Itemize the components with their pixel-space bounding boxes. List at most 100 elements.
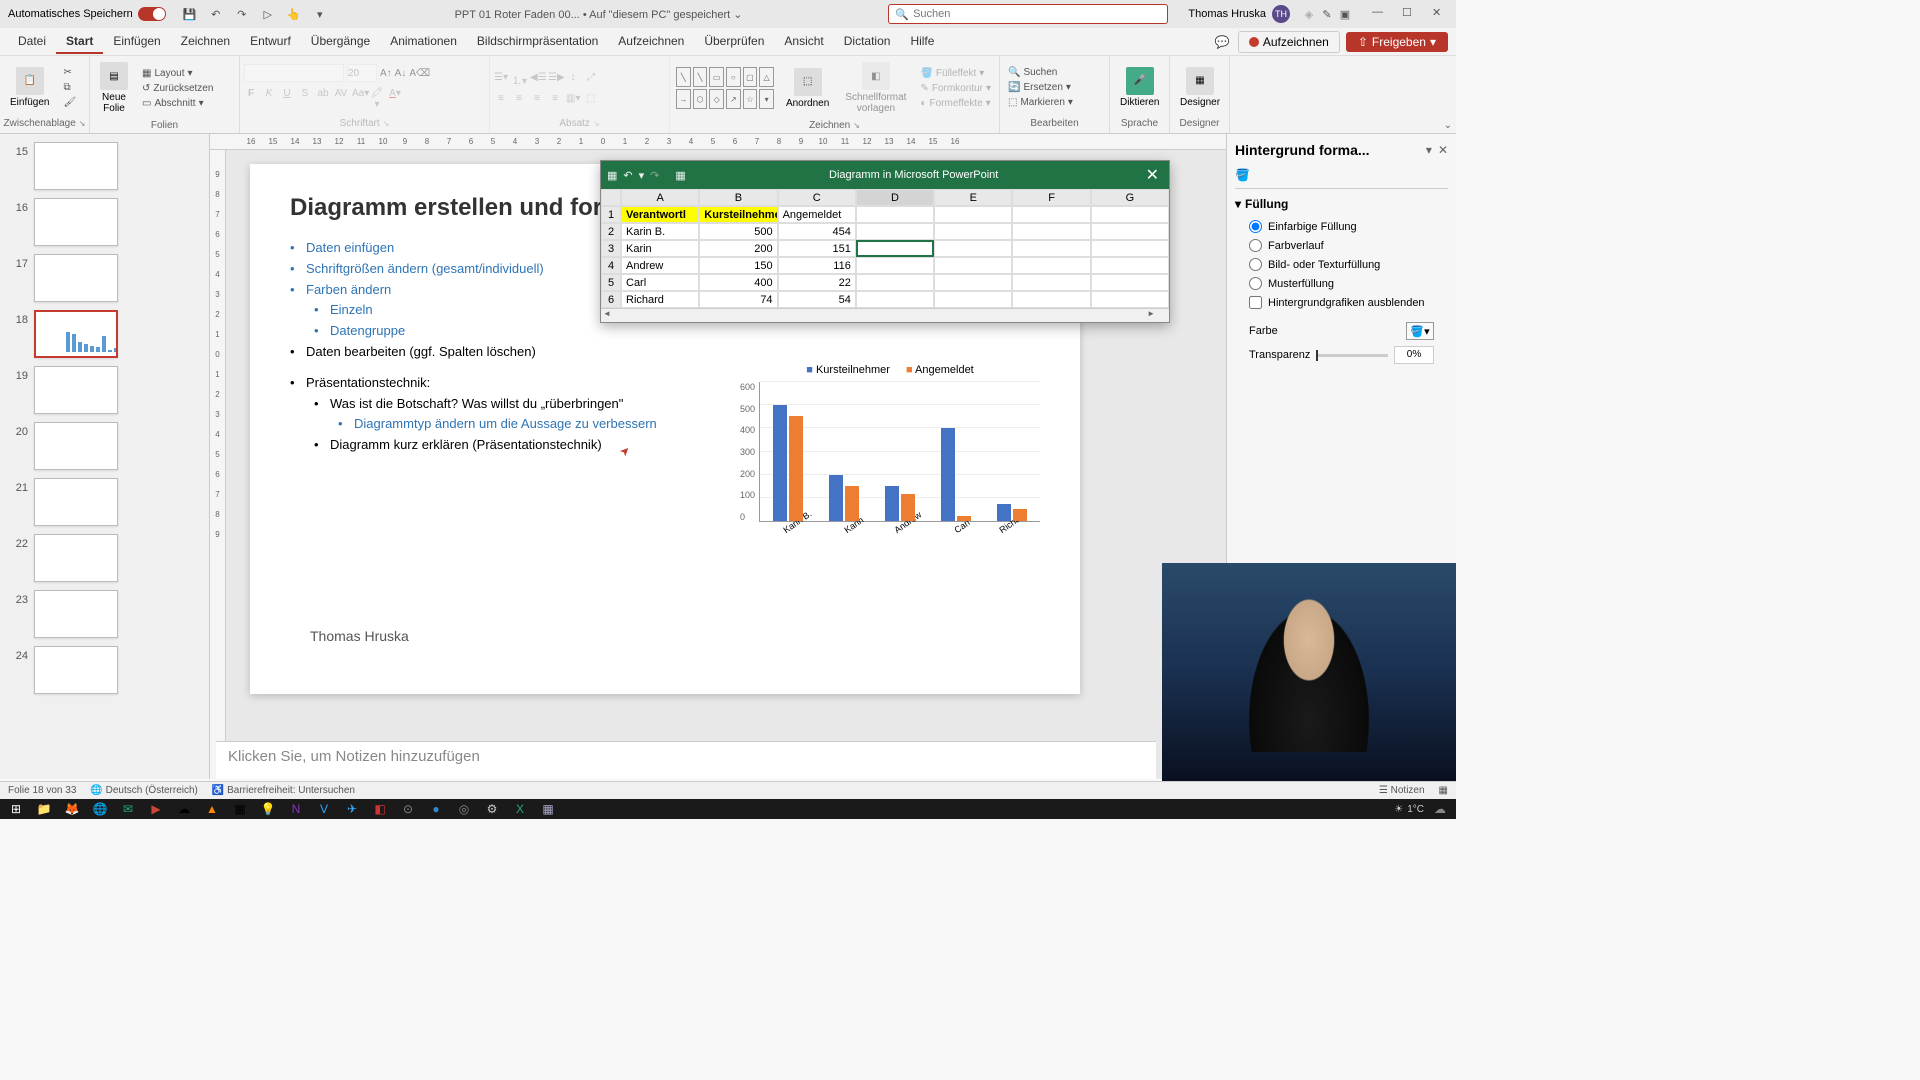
excel-icon[interactable]: X: [508, 800, 532, 818]
grid-cell[interactable]: 454: [778, 223, 856, 240]
accessibility-checker[interactable]: ♿ Barrierefreiheit: Untersuchen: [212, 785, 355, 796]
chart-data-editor[interactable]: ▦ ↶ ▾ ↷ ▦ Diagramm in Microsoft PowerPoi…: [600, 160, 1170, 323]
ribbon-tab-datei[interactable]: Datei: [8, 30, 56, 54]
grid-cell[interactable]: [1091, 206, 1169, 223]
grid-cell[interactable]: Kursteilnehme: [699, 206, 777, 223]
shapes-gallery[interactable]: ╲╲▭○▢△ →⬡◇↗☆▾: [674, 65, 776, 111]
data-grid[interactable]: ABCDEFG1VerantwortlKursteilnehmeAngemeld…: [601, 189, 1169, 308]
grid-cell[interactable]: [934, 291, 1012, 308]
powerpoint-icon[interactable]: ▶: [144, 800, 168, 818]
undo-icon[interactable]: ↶: [623, 169, 632, 182]
grid-cell[interactable]: Andrew: [621, 257, 699, 274]
highlight-button[interactable]: 🖍▾: [370, 88, 384, 110]
from-beginning-icon[interactable]: ▷: [259, 5, 277, 23]
outlook-icon[interactable]: ✉: [116, 800, 140, 818]
grid-cell[interactable]: [1091, 223, 1169, 240]
grid-cell[interactable]: [856, 223, 934, 240]
row-header[interactable]: 3: [601, 240, 621, 257]
weather-widget[interactable]: ☀ 1°C: [1394, 804, 1424, 815]
font-size-input[interactable]: [347, 64, 377, 82]
horizontal-scrollbar[interactable]: [601, 308, 1169, 322]
transparency-slider[interactable]: [1316, 354, 1388, 357]
clear-format-icon[interactable]: A⌫: [409, 68, 430, 79]
grid-cell[interactable]: [934, 274, 1012, 291]
paste-button[interactable]: 📋 Einfügen: [4, 63, 55, 112]
dialog-launcher-icon[interactable]: ↘: [853, 121, 860, 130]
file-explorer-icon[interactable]: 📁: [32, 800, 56, 818]
column-header[interactable]: A: [621, 189, 699, 206]
replace-button[interactable]: 🔄 Ersetzen ▾: [1004, 81, 1077, 94]
app-icon[interactable]: ◎: [452, 800, 476, 818]
minimize-icon[interactable]: —: [1372, 6, 1388, 22]
case-button[interactable]: Aa▾: [352, 88, 366, 110]
windows-taskbar[interactable]: ⊞ 📁 🦊 🌐 ✉ ▶ ☁ ▲ ▦ 💡 N V ✈ ◧ ⊙ ● ◎ ⚙ X ▦ …: [0, 799, 1456, 819]
grid-cell[interactable]: Verantwortl: [621, 206, 699, 223]
decrease-indent-button[interactable]: ◀☰: [530, 72, 544, 87]
row-header[interactable]: 5: [601, 274, 621, 291]
grid-cell[interactable]: [934, 240, 1012, 257]
qat-dropdown-icon[interactable]: ▾: [639, 169, 645, 182]
text-direction-button[interactable]: ⤢: [584, 72, 598, 87]
grid-cell[interactable]: 54: [778, 291, 856, 308]
slide-thumbnail[interactable]: 20: [0, 418, 209, 474]
slide-thumbnail[interactable]: 21: [0, 474, 209, 530]
slide-thumbnail[interactable]: 17: [0, 250, 209, 306]
ribbon-tab-dictation[interactable]: Dictation: [834, 30, 901, 54]
close-icon[interactable]: ✕: [1142, 165, 1163, 185]
save-icon[interactable]: ▦: [607, 169, 617, 182]
chart[interactable]: Kursteilnehmer Angemeldet 01002003004005…: [740, 364, 1040, 584]
bullets-button[interactable]: ☰▾: [494, 72, 508, 87]
app-icon[interactable]: ☁: [172, 800, 196, 818]
format-painter-button[interactable]: 🖌: [59, 96, 80, 109]
layout-button[interactable]: ▦ Layout ▾: [138, 67, 217, 80]
autosave-toggle[interactable]: Automatisches Speichern: [8, 7, 166, 21]
grid-cell[interactable]: [856, 206, 934, 223]
cut-button[interactable]: ✂: [59, 66, 80, 79]
increase-indent-button[interactable]: ☰▶: [548, 72, 562, 87]
row-header[interactable]: 1: [601, 206, 621, 223]
dialog-launcher-icon[interactable]: ↘: [383, 119, 390, 128]
fill-section[interactable]: ▾ Füllung: [1235, 197, 1448, 211]
grid-cell[interactable]: 150: [699, 257, 777, 274]
chrome-icon[interactable]: 🌐: [88, 800, 112, 818]
ribbon-tab-animationen[interactable]: Animationen: [380, 30, 467, 54]
grid-cell[interactable]: [1012, 291, 1090, 308]
record-button[interactable]: Aufzeichnen: [1238, 31, 1340, 53]
list-item[interactable]: Datengruppe: [314, 321, 1040, 342]
app-icon[interactable]: ◧: [368, 800, 392, 818]
dropdown-icon[interactable]: ▾: [1426, 143, 1432, 157]
font-color-button[interactable]: A▾: [388, 88, 402, 110]
row-header[interactable]: 2: [601, 223, 621, 240]
smartart-button[interactable]: ⬚: [584, 93, 598, 104]
telegram-icon[interactable]: ✈: [340, 800, 364, 818]
user-account[interactable]: Thomas Hruska TH: [1188, 5, 1290, 23]
vlc-icon[interactable]: ▲: [200, 800, 224, 818]
slide-thumbnail[interactable]: 15: [0, 138, 209, 194]
color-picker-button[interactable]: 🪣▾: [1406, 322, 1434, 340]
start-button[interactable]: ⊞: [4, 800, 28, 818]
grid-cell[interactable]: 200: [699, 240, 777, 257]
reset-button[interactable]: ↺ Zurücksetzen: [138, 82, 217, 95]
fill-option-radio[interactable]: Musterfüllung: [1235, 274, 1448, 293]
app-icon[interactable]: V: [312, 800, 336, 818]
fill-tab-icon[interactable]: 🪣: [1235, 168, 1250, 182]
slide-thumbnail[interactable]: 22: [0, 530, 209, 586]
line-spacing-button[interactable]: ↕: [566, 72, 580, 87]
ribbon-tab-hilfe[interactable]: Hilfe: [900, 30, 944, 54]
tray-icon[interactable]: ☁: [1428, 800, 1452, 818]
slide-thumbnail[interactable]: 16: [0, 194, 209, 250]
justify-button[interactable]: ≡: [548, 93, 562, 104]
language-indicator[interactable]: 🌐 Deutsch (Österreich): [90, 785, 197, 796]
redo-icon[interactable]: ↷: [233, 5, 251, 23]
ribbon-tab-ansicht[interactable]: Ansicht: [774, 30, 833, 54]
slide-thumbnail[interactable]: 23: [0, 586, 209, 642]
grid-cell[interactable]: [1091, 257, 1169, 274]
align-left-button[interactable]: ≡: [494, 93, 508, 104]
app-icon[interactable]: ●: [424, 800, 448, 818]
column-header[interactable]: E: [934, 189, 1012, 206]
grid-cell[interactable]: [1091, 291, 1169, 308]
grid-cell[interactable]: [856, 240, 934, 257]
column-header[interactable]: G: [1091, 189, 1169, 206]
dictate-button[interactable]: 🎤 Diktieren: [1114, 63, 1165, 112]
numbering-button[interactable]: ⒈▾: [512, 72, 526, 87]
